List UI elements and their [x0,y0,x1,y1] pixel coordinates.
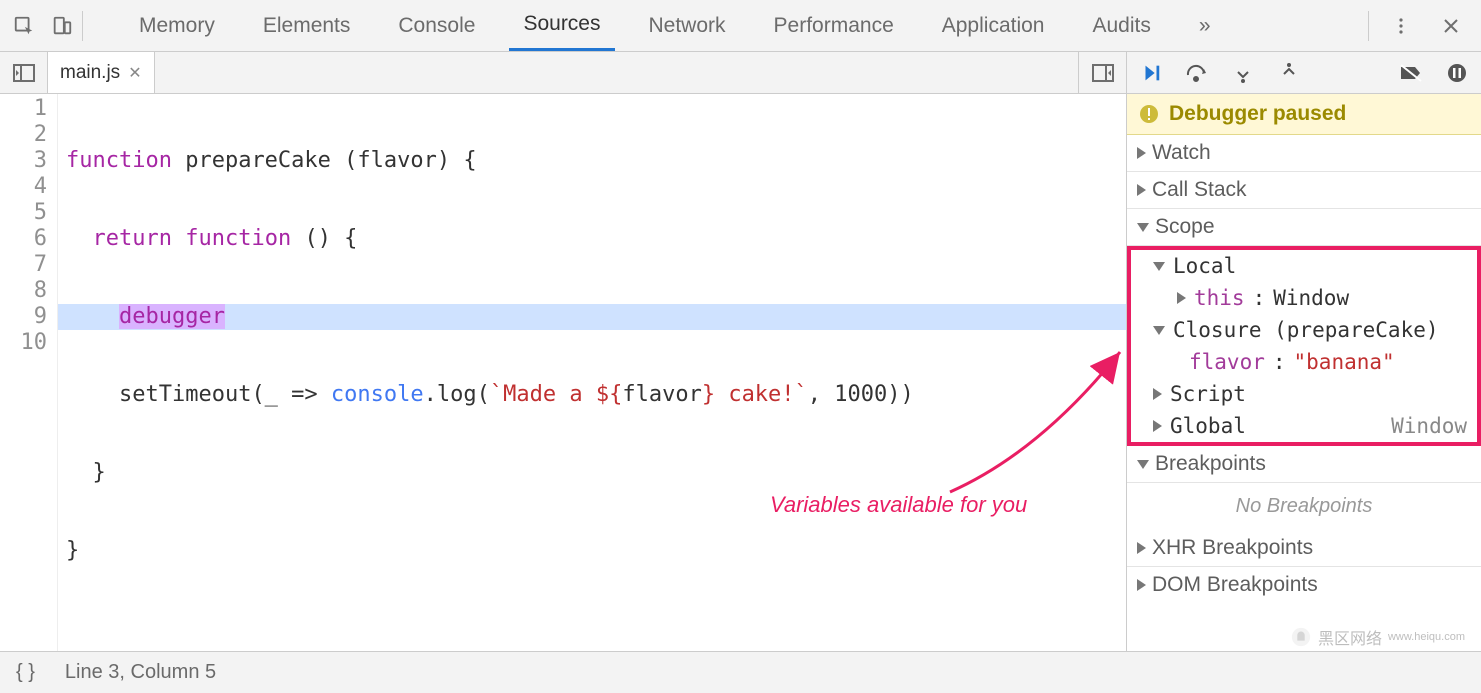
section-scope[interactable]: Scope [1127,209,1481,246]
topbar-right [1368,8,1475,44]
status-bar: { } Line 3, Column 5 [0,651,1481,693]
scope-highlight-box: Local this: Window Closure (prepareCake)… [1127,246,1481,446]
banner-text: Debugger paused [1169,102,1346,126]
tab-network[interactable]: Network [635,0,740,51]
tab-memory[interactable]: Memory [125,0,229,51]
settings-menu-icon[interactable] [1383,8,1419,44]
code-content: function prepareCake (flavor) { return f… [58,94,1126,651]
section-breakpoints[interactable]: Breakpoints [1127,446,1481,483]
step-into-icon[interactable] [1229,59,1257,87]
inspect-element-icon[interactable] [6,8,42,44]
section-call-stack[interactable]: Call Stack [1127,172,1481,209]
chevron-right-icon [1153,388,1162,400]
scope-global[interactable]: Global Window [1131,410,1477,442]
file-tab-label: main.js [60,62,120,84]
device-toggle-icon[interactable] [44,8,80,44]
close-file-icon[interactable]: ✕ [128,63,141,83]
scope-script[interactable]: Script [1131,378,1477,410]
section-watch[interactable]: Watch [1127,135,1481,172]
pretty-print-icon[interactable]: { } [16,661,35,684]
tab-sources[interactable]: Sources [509,0,614,51]
chevron-right-icon [1137,184,1146,196]
scope-closure-flavor[interactable]: flavor: "banana" [1131,346,1477,378]
chevron-right-icon [1137,579,1146,591]
annotation-text: Variables available for you [770,492,1027,518]
step-out-icon[interactable] [1275,59,1303,87]
code-editor[interactable]: 1 2 3 4 5 6 7 8 9 10 function prepareCak… [0,94,1126,651]
navigator-toggle-icon[interactable] [0,52,48,93]
file-tabbar: main.js ✕ [0,52,1126,94]
tabs-overflow-icon[interactable]: » [1185,0,1225,51]
divider [1368,11,1369,41]
pause-on-exceptions-icon[interactable] [1443,59,1471,87]
chevron-down-icon [1137,460,1149,469]
debug-toolbar [1127,52,1481,94]
divider [82,11,83,41]
scope-this[interactable]: this: Window [1131,282,1477,314]
chevron-down-icon [1153,326,1165,335]
snippets-toggle-icon[interactable] [1078,52,1126,93]
tab-performance[interactable]: Performance [760,0,908,51]
chevron-right-icon [1153,420,1162,432]
chevron-right-icon [1137,542,1146,554]
tab-console[interactable]: Console [384,0,489,51]
main-split: main.js ✕ 1 2 3 4 5 6 7 8 9 10 func [0,52,1481,651]
debugger-paused-banner: Debugger paused [1127,94,1481,135]
chevron-down-icon [1153,262,1165,271]
panel-tabs: Memory Elements Console Sources Network … [125,0,1366,51]
no-breakpoints-text: No Breakpoints [1127,483,1481,530]
close-devtools-icon[interactable] [1433,8,1469,44]
chevron-down-icon [1137,223,1149,232]
section-xhr-breakpoints[interactable]: XHR Breakpoints [1127,530,1481,567]
chevron-right-icon [1177,292,1186,304]
tab-audits[interactable]: Audits [1078,0,1164,51]
cursor-position: Line 3, Column 5 [65,661,216,684]
section-dom-breakpoints[interactable]: DOM Breakpoints [1127,567,1481,603]
scope-local[interactable]: Local [1131,250,1477,282]
step-over-icon[interactable] [1183,59,1211,87]
devtools-topbar: Memory Elements Console Sources Network … [0,0,1481,52]
tab-application[interactable]: Application [928,0,1059,51]
debugger-sidebar: Debugger paused Watch Call Stack Scope L… [1127,52,1481,651]
chevron-right-icon [1137,147,1146,159]
line-gutter: 1 2 3 4 5 6 7 8 9 10 [0,94,58,651]
resume-icon[interactable] [1137,59,1165,87]
tab-elements[interactable]: Elements [249,0,365,51]
editor-area: main.js ✕ 1 2 3 4 5 6 7 8 9 10 func [0,52,1127,651]
deactivate-breakpoints-icon[interactable] [1397,59,1425,87]
scope-closure[interactable]: Closure (prepareCake) [1131,314,1477,346]
file-tab-main-js[interactable]: main.js ✕ [48,52,155,93]
